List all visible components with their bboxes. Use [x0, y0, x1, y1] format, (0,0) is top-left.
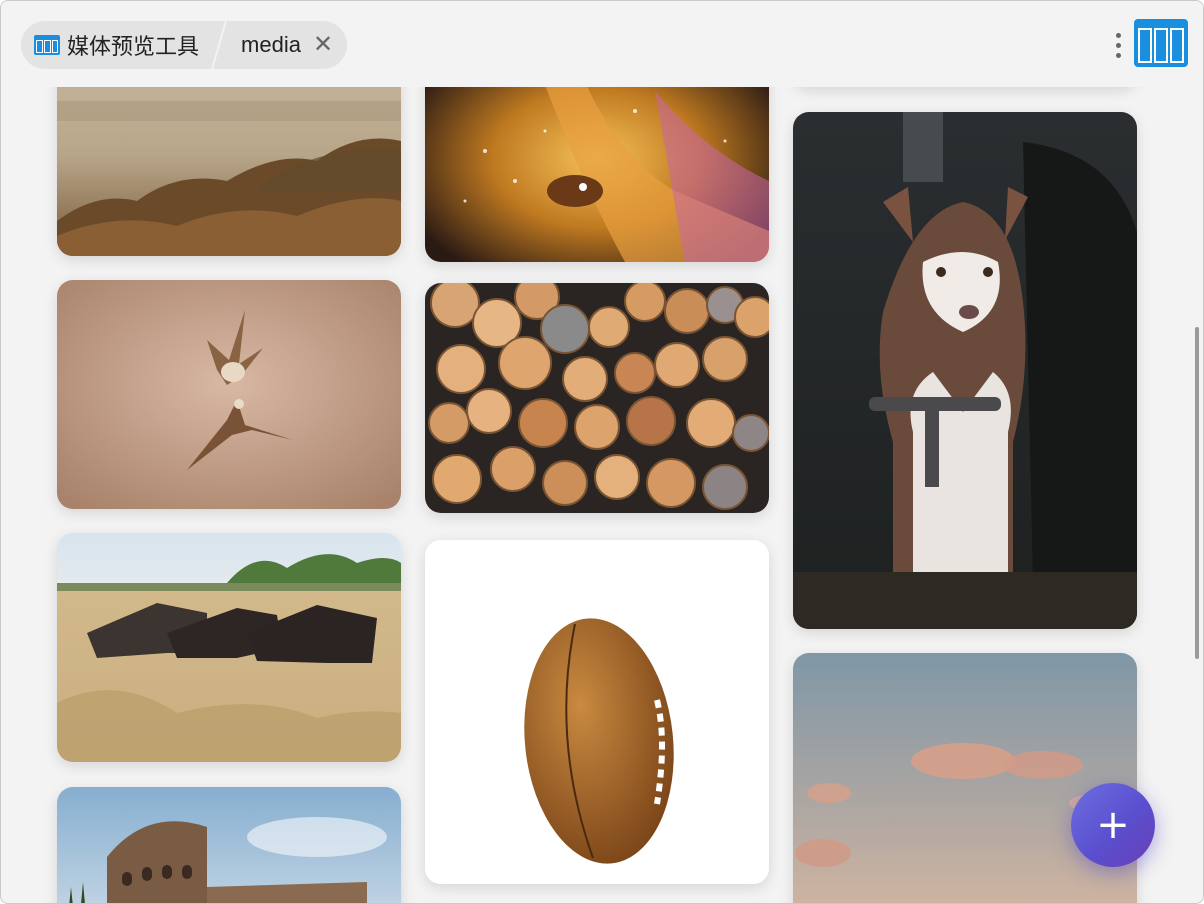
vertical-scrollbar[interactable] — [1195, 327, 1199, 659]
media-gallery — [1, 1, 1191, 903]
sunset-sky-photo — [793, 653, 1137, 903]
husky-puppy-photo — [793, 112, 1137, 629]
close-icon[interactable]: ✕ — [313, 33, 333, 57]
breadcrumb-media-label: media — [241, 32, 301, 57]
add-button[interactable]: + — [1071, 783, 1155, 867]
breadcrumb-home-label: 媒体预览工具 — [67, 34, 200, 59]
media-tile-wildebeest[interactable] — [57, 533, 401, 762]
birds-photo — [57, 280, 401, 509]
logs-photo — [425, 283, 769, 513]
title-actions — [1112, 18, 1189, 69]
rugby-ball-photo — [425, 540, 769, 884]
breadcrumb-media[interactable]: media ✕ — [213, 21, 348, 69]
more-vertical-icon[interactable] — [1112, 29, 1125, 62]
app-window: 媒体预览工具 media ✕ + — [0, 0, 1204, 904]
media-tile-colosseum[interactable] — [57, 787, 401, 903]
layout-columns-icon[interactable] — [1133, 18, 1189, 73]
media-tile-birds[interactable] — [57, 280, 401, 509]
wildebeest-photo — [57, 533, 401, 762]
colosseum-photo — [57, 787, 401, 903]
media-tile-rugby-ball[interactable] — [425, 540, 769, 884]
media-tile-logs[interactable] — [425, 283, 769, 513]
media-tile-sunset[interactable] — [793, 653, 1137, 903]
window-panels-icon — [33, 34, 61, 56]
media-tile-husky[interactable] — [793, 112, 1137, 629]
breadcrumb-home[interactable]: 媒体预览工具 — [21, 21, 225, 69]
title-bar: 媒体预览工具 media ✕ — [1, 1, 1203, 87]
breadcrumb: 媒体预览工具 media ✕ — [21, 21, 348, 69]
